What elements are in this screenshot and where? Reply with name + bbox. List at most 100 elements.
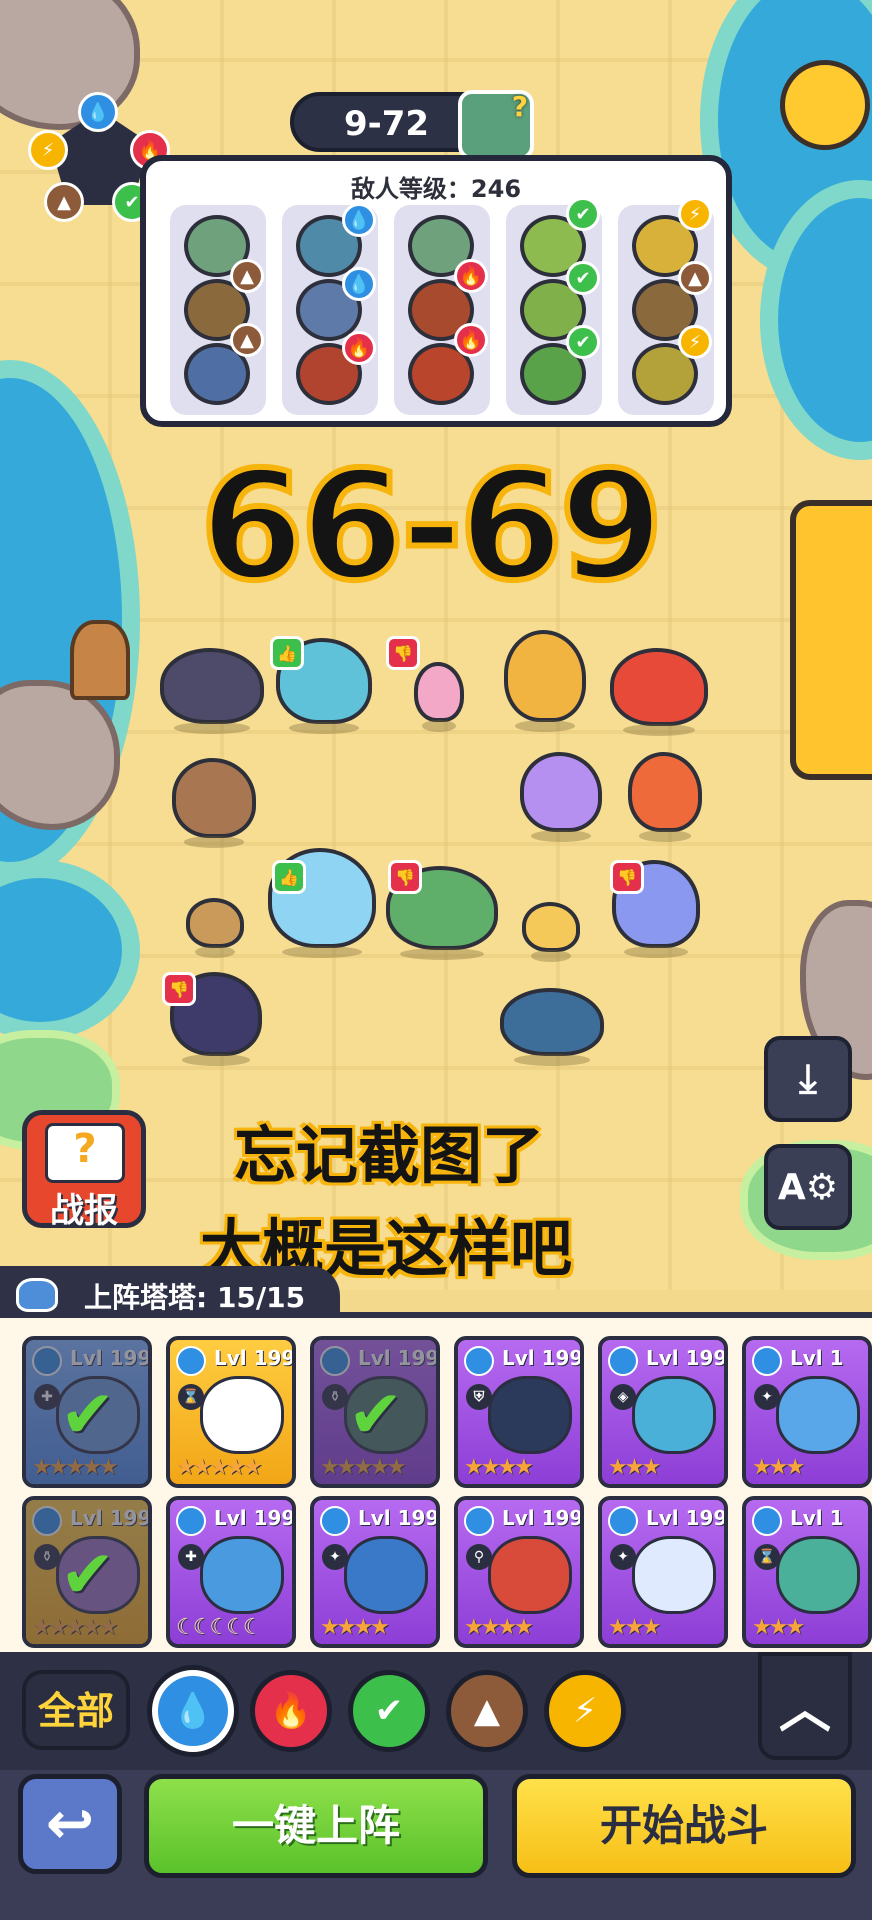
thunder-element-icon: ⚡ — [678, 197, 712, 231]
star-rating: ★★★ — [752, 1615, 805, 1640]
hero-portrait — [776, 1536, 860, 1614]
water-element-icon — [176, 1506, 206, 1536]
thumb-down-icon: 👎 — [610, 860, 644, 894]
caption-line-1: 忘记截图了 — [234, 1119, 545, 1192]
star-rating: ☾☾☾☾☾ — [176, 1615, 263, 1640]
auto-deploy-button[interactable]: 一键上阵 — [144, 1774, 488, 1878]
placed-creature[interactable] — [522, 902, 580, 962]
chevron-up-icon: ︿ — [778, 1680, 831, 1740]
hero-portrait — [632, 1376, 716, 1454]
fire-element-icon: 🔥 — [342, 331, 376, 365]
water-drop-icon: 💧 — [171, 1691, 215, 1731]
star-rating: ★★★★ — [464, 1455, 534, 1480]
level-range-overlay: 66-69 — [197, 437, 667, 617]
filter-grass-button[interactable]: ✔ — [348, 1670, 430, 1752]
role-icon: ⚱ — [34, 1544, 60, 1570]
enemy-level-label: 敌人等级：246 — [350, 175, 522, 203]
card-level: Lvl 1 — [790, 1506, 844, 1530]
lightning-icon: ⚡ — [573, 1691, 597, 1731]
deployed-count: 上阵塔塔: 15/15 — [84, 1281, 306, 1314]
fire-icon: 🔥 — [269, 1691, 313, 1731]
card-level: Lvl 199 — [214, 1506, 296, 1530]
enemy-preview-panel: 敌人等级：246 ▲ ▲ 💧 💧 🔥 🔥 🔥 ✔ ✔ ✔ ⚡ ▲ ⚡ — [140, 155, 732, 427]
water-element-icon — [176, 1346, 206, 1376]
star-rating: ★★★ — [752, 1455, 805, 1480]
hero-card[interactable]: Lvl 199 ✦ ★★★★ — [310, 1496, 440, 1648]
star-rating: ★★★★★ — [320, 1455, 407, 1480]
return-arrow-icon: ↩ — [45, 1789, 95, 1857]
hero-card[interactable]: Lvl 199 ✚ ✔ ★★★★★ — [22, 1336, 152, 1488]
hero-portrait — [632, 1536, 716, 1614]
water-element-icon: 💧 — [342, 203, 376, 237]
enemy-column: 🔥 🔥 — [394, 205, 490, 415]
grass-element-icon: ✔ — [566, 261, 600, 295]
card-level: Lvl 199 — [502, 1346, 584, 1370]
filter-earth-button[interactable]: ▲ — [446, 1670, 528, 1752]
earth-element-icon: ▲ — [678, 261, 712, 295]
placed-creature[interactable] — [520, 752, 602, 842]
hero-card[interactable]: Lvl 199 ✚ ☾☾☾☾☾ — [166, 1496, 296, 1648]
deployed-check-icon: ✔ — [60, 1536, 116, 1613]
placed-creature[interactable] — [504, 630, 586, 732]
text-settings-icon: A⚙ — [777, 1166, 839, 1208]
placed-creature[interactable] — [414, 662, 464, 732]
duck-float-icon — [780, 60, 870, 150]
placed-creature[interactable] — [160, 648, 264, 734]
enemy-column: ▲ ▲ — [170, 205, 266, 415]
hero-card[interactable]: Lvl 199 ◈ ★★★ — [598, 1336, 728, 1488]
placed-creature[interactable] — [610, 648, 708, 736]
cat-icon — [16, 1278, 58, 1312]
role-icon: ✚ — [34, 1384, 60, 1410]
font-settings-button[interactable]: A⚙ — [764, 1144, 852, 1230]
filter-fire-button[interactable]: 🔥 — [250, 1670, 332, 1752]
hero-card[interactable]: Lvl 199 ✦ ★★★ — [598, 1496, 728, 1648]
clipboard-question-icon: ? — [45, 1123, 125, 1183]
filter-thunder-button[interactable]: ⚡ — [544, 1670, 626, 1752]
placed-creature[interactable] — [172, 758, 256, 848]
hero-card[interactable]: Lvl 1 ⌛ ★★★ — [742, 1496, 872, 1648]
fire-element-icon: 🔥 — [454, 323, 488, 357]
hero-card[interactable]: Lvl 199 ⛨ ★★★★ — [454, 1336, 584, 1488]
collapse-button[interactable]: ︿ — [758, 1652, 852, 1760]
filter-water-button[interactable]: 💧 — [152, 1670, 234, 1752]
hero-card[interactable]: Lvl 199 ⚱ ✔ ★★★★★ — [22, 1496, 152, 1648]
water-element-icon — [320, 1346, 350, 1376]
lightning-icon: ⚡ — [28, 130, 68, 170]
filter-all-button[interactable]: 全部 — [22, 1670, 130, 1750]
card-level: Lvl 199 — [502, 1506, 584, 1530]
star-rating: ★★★★★ — [176, 1455, 263, 1480]
back-button[interactable]: ↩ — [18, 1774, 122, 1874]
hero-portrait — [488, 1376, 572, 1454]
hero-card[interactable]: Lvl 199 ⌛ ★★★★★ — [166, 1336, 296, 1488]
water-element-icon — [32, 1346, 62, 1376]
boss-portrait-icon[interactable]: ? — [458, 90, 534, 160]
grass-element-icon: ✔ — [566, 197, 600, 231]
water-element-icon — [464, 1346, 494, 1376]
tower-right — [790, 500, 872, 780]
pond-left-bottom — [0, 860, 140, 1040]
water-element-icon — [608, 1506, 638, 1536]
start-battle-button[interactable]: 开始战斗 — [512, 1774, 856, 1878]
hero-portrait — [488, 1536, 572, 1614]
card-level: Lvl 199 — [70, 1506, 152, 1530]
mountain-icon: ▲ — [473, 1691, 501, 1731]
roster-grid: Lvl 199 ✚ ✔ ★★★★★ Lvl 199 ⌛ ★★★★★ Lvl 19… — [0, 1312, 872, 1652]
deployed-check-icon: ✔ — [60, 1376, 116, 1453]
hero-card[interactable]: Lvl 199 ⚲ ★★★★ — [454, 1496, 584, 1648]
hero-card[interactable]: Lvl 1 ✦ ★★★ — [742, 1336, 872, 1488]
star-rating: ★★★ — [608, 1615, 661, 1640]
grass-element-icon: ✔ — [566, 325, 600, 359]
placed-creature[interactable] — [500, 988, 604, 1066]
earth-element-icon: ▲ — [230, 259, 264, 293]
hero-card[interactable]: Lvl 199 ⚱ ✔ ★★★★★ — [310, 1336, 440, 1488]
hero-portrait — [344, 1536, 428, 1614]
placed-creature[interactable] — [186, 898, 244, 958]
card-level: Lvl 1 — [790, 1346, 844, 1370]
download-button[interactable]: ⤓ — [764, 1036, 852, 1122]
battle-report-button[interactable]: ? 战报 — [22, 1110, 146, 1231]
stage-indicator: 9-72 ? — [290, 90, 534, 160]
battle-report-label: 战报 — [50, 1191, 118, 1231]
thumb-down-icon: 👎 — [386, 636, 420, 670]
star-rating: ★★★★★ — [32, 1615, 119, 1640]
placed-creature[interactable] — [628, 752, 702, 842]
